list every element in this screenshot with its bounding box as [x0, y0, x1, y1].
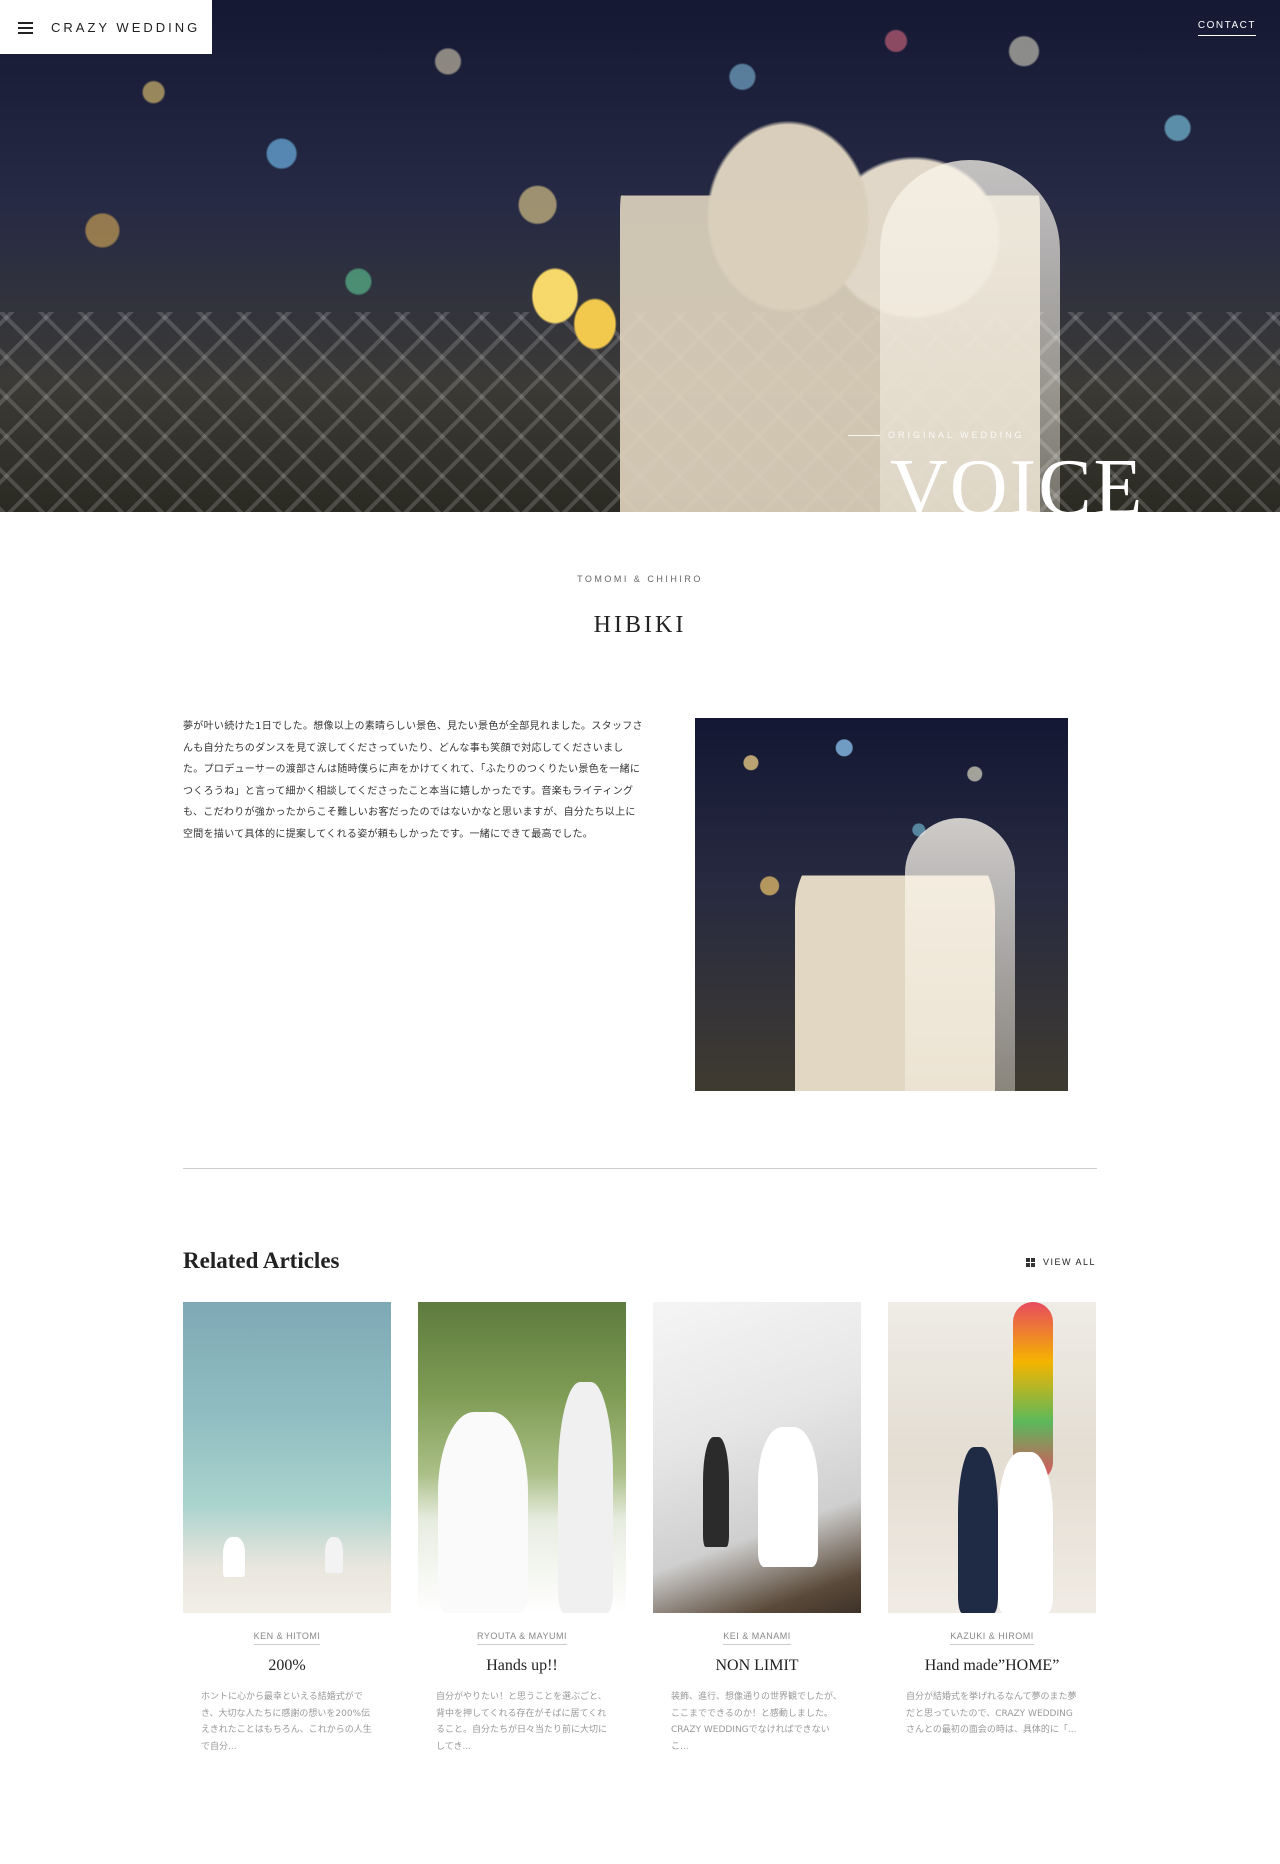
groom-figure — [325, 1537, 343, 1573]
article-card[interactable]: RYOUTA & MAYUMI Hands up!! 自分がやりたい！と思うこと… — [418, 1302, 626, 1756]
bride-figure — [998, 1452, 1053, 1613]
article-title[interactable]: Hands up!! — [418, 1657, 626, 1675]
article-title[interactable]: 200% — [183, 1657, 391, 1675]
section-divider — [183, 1168, 1097, 1169]
article-excerpt: 自分が結婚式を挙げれるなんて夢のまた夢だと思っていたので、CRAZY WEDDI… — [906, 1692, 1077, 1736]
hamburger-menu-icon[interactable] — [18, 21, 33, 34]
hero-image: ORIGINAL WEDDING VOICE — [0, 0, 1280, 512]
page-title: HIBIKI — [593, 612, 687, 638]
article-title[interactable]: NON LIMIT — [653, 1657, 861, 1675]
article-excerpt: 自分がやりたい！と思うことを選ぶごと、背中を押してくれる存在がそばに居てくれるこ… — [436, 1692, 608, 1752]
story-photo — [695, 718, 1068, 1091]
article-thumbnail[interactable] — [418, 1302, 626, 1613]
bride-figure — [438, 1412, 528, 1613]
article-excerpt: ホントに心から最幸といえる結婚式ができ、大切な人たちに感謝の想いを200%伝えき… — [201, 1692, 372, 1752]
article-couple-tag: KEN & HITOMI — [253, 1631, 321, 1645]
contact-link[interactable]: CONTACT — [1197, 20, 1256, 36]
photo-veil — [905, 818, 1015, 1091]
groom-figure — [703, 1437, 729, 1547]
related-articles-heading: Related Articles — [183, 1248, 340, 1273]
bride-figure — [223, 1537, 245, 1577]
grid-icon — [1025, 1257, 1035, 1267]
hero-subtitle-line — [848, 435, 880, 436]
article-thumbnail[interactable] — [653, 1302, 861, 1613]
menu-logo-box[interactable]: CRAZY WEDDING — [0, 0, 212, 54]
hero-title: VOICE — [890, 444, 1145, 512]
site-logo[interactable]: CRAZY WEDDING — [51, 20, 200, 35]
hero-candles — [525, 240, 625, 380]
couple-name: TOMOMI & CHIHIRO — [577, 574, 703, 584]
view-all-link[interactable]: VIEW ALL — [1025, 1257, 1096, 1267]
article-couple-tag: KAZUKI & HIROMI — [950, 1631, 1034, 1645]
article-thumbnail[interactable] — [888, 1302, 1096, 1613]
article-couple-tag: RYOUTA & MAYUMI — [476, 1631, 567, 1645]
article-card[interactable]: KEN & HITOMI 200% ホントに心から最幸といえる結婚式ができ、大切… — [183, 1302, 391, 1756]
groom-figure — [558, 1382, 613, 1613]
story-text: 夢が叶い続けた1日でした。想像以上の素晴らしい景色、見たい景色が全部見れました。… — [183, 721, 643, 840]
article-thumbnail[interactable] — [183, 1302, 391, 1613]
groom-figure — [958, 1447, 998, 1613]
article-title[interactable]: Hand made”HOME” — [888, 1657, 1096, 1675]
article-excerpt: 装飾、進行、想像通りの世界観でしたが、ここまでできるのか！と感動しました。CRA… — [671, 1692, 842, 1752]
article-card[interactable]: KAZUKI & HIROMI Hand made”HOME” 自分が結婚式を挙… — [888, 1302, 1096, 1756]
hero-subtitle: ORIGINAL WEDDING — [888, 430, 1025, 440]
bride-figure — [758, 1427, 818, 1567]
article-couple-tag: KEI & MANAMI — [723, 1631, 791, 1645]
view-all-label[interactable]: VIEW ALL — [1043, 1257, 1096, 1267]
related-articles-list: KEN & HITOMI 200% ホントに心から最幸といえる結婚式ができ、大切… — [183, 1302, 1097, 1756]
article-card[interactable]: KEI & MANAMI NON LIMIT 装飾、進行、想像通りの世界観でした… — [653, 1302, 861, 1756]
